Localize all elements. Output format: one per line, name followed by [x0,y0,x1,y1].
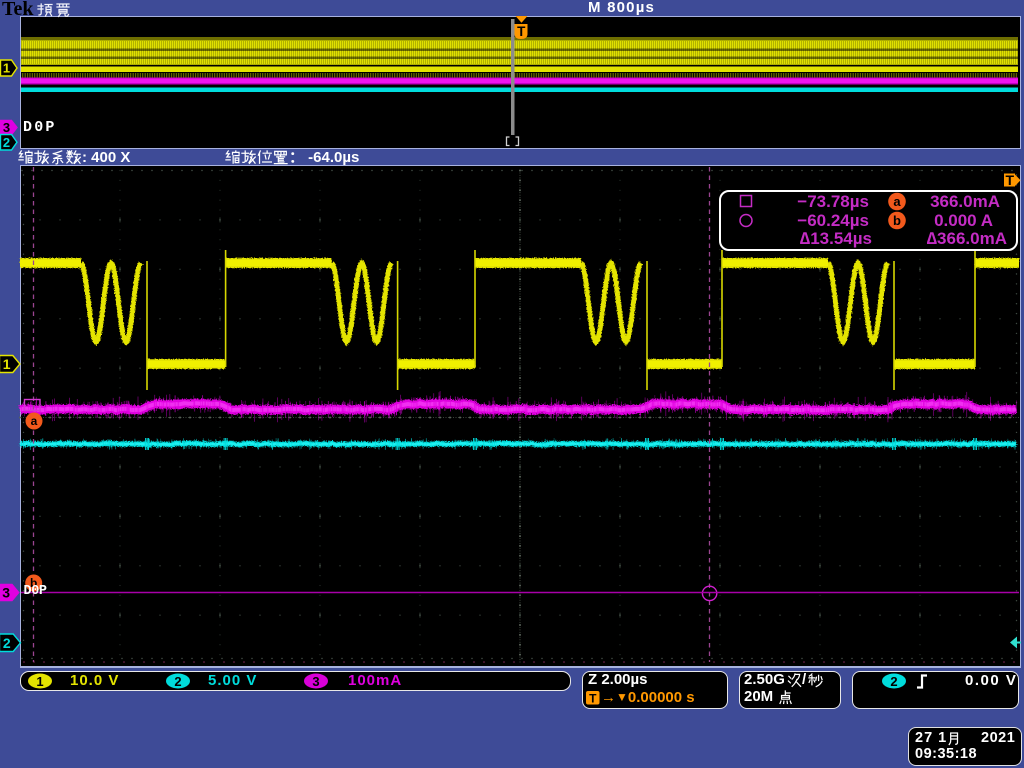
svg-text:T: T [589,691,597,705]
svg-text:1: 1 [36,674,43,689]
svg-text:3: 3 [312,674,319,689]
svg-text:2: 2 [174,674,181,689]
svg-text:a: a [31,414,38,428]
svg-text:2: 2 [890,674,897,689]
